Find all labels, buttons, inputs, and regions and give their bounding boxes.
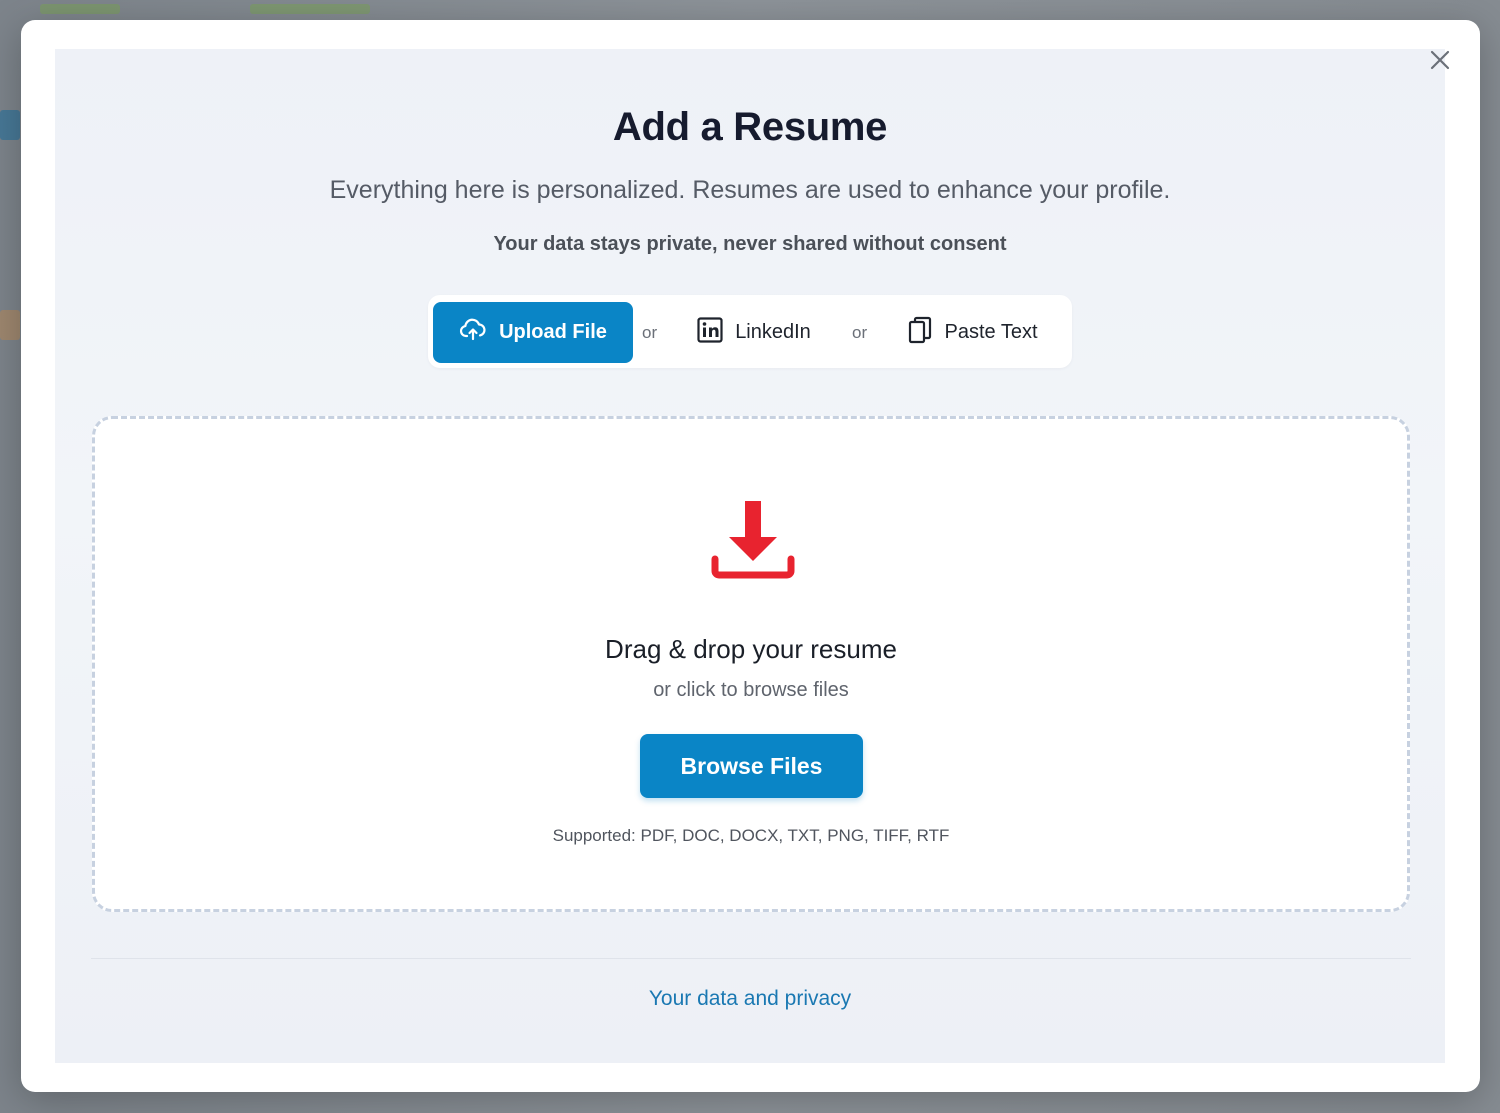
background-decoration <box>250 4 370 14</box>
resume-dropzone[interactable]: Drag & drop your resume or click to brow… <box>92 416 1410 912</box>
clipboard-icon <box>908 316 932 350</box>
add-resume-modal: Add a Resume Everything here is personal… <box>21 20 1480 1092</box>
background-decoration <box>0 110 20 140</box>
privacy-note: Your data stays private, never shared wi… <box>493 233 1007 255</box>
download-icon <box>711 499 795 583</box>
close-icon <box>1428 48 1452 72</box>
background-decoration <box>0 310 20 340</box>
supported-formats: Supported: PDF, DOC, DOCX, TXT, PNG, TIF… <box>552 826 950 845</box>
tab-paste-text[interactable]: Paste Text <box>906 302 1040 363</box>
modal-title: Add a Resume <box>612 105 888 149</box>
close-button[interactable] <box>1428 48 1452 72</box>
cloud-upload-icon <box>459 318 487 348</box>
source-tabs: Upload File or LinkedIn or Paste Text <box>428 295 1072 368</box>
divider <box>91 958 1411 959</box>
tab-upload-file[interactable]: Upload File <box>433 302 633 363</box>
dropzone-subtitle: or click to browse files <box>653 679 849 701</box>
privacy-link[interactable]: Your data and privacy <box>55 987 1445 1011</box>
tab-linkedin-label: LinkedIn <box>735 321 811 343</box>
modal-content: Add a Resume Everything here is personal… <box>55 49 1445 1063</box>
dropzone-title: Drag & drop your resume <box>605 634 897 664</box>
tab-paste-text-label: Paste Text <box>944 321 1038 343</box>
background-decoration <box>40 4 120 14</box>
tab-linkedin[interactable]: LinkedIn <box>694 302 814 363</box>
tab-separator: or <box>642 322 658 342</box>
tab-upload-file-label: Upload File <box>499 321 607 343</box>
modal-subtitle: Everything here is personalized. Resumes… <box>329 176 1171 204</box>
linkedin-icon <box>697 316 723 349</box>
browse-files-button[interactable]: Browse Files <box>640 734 863 798</box>
tab-separator: or <box>852 322 868 342</box>
